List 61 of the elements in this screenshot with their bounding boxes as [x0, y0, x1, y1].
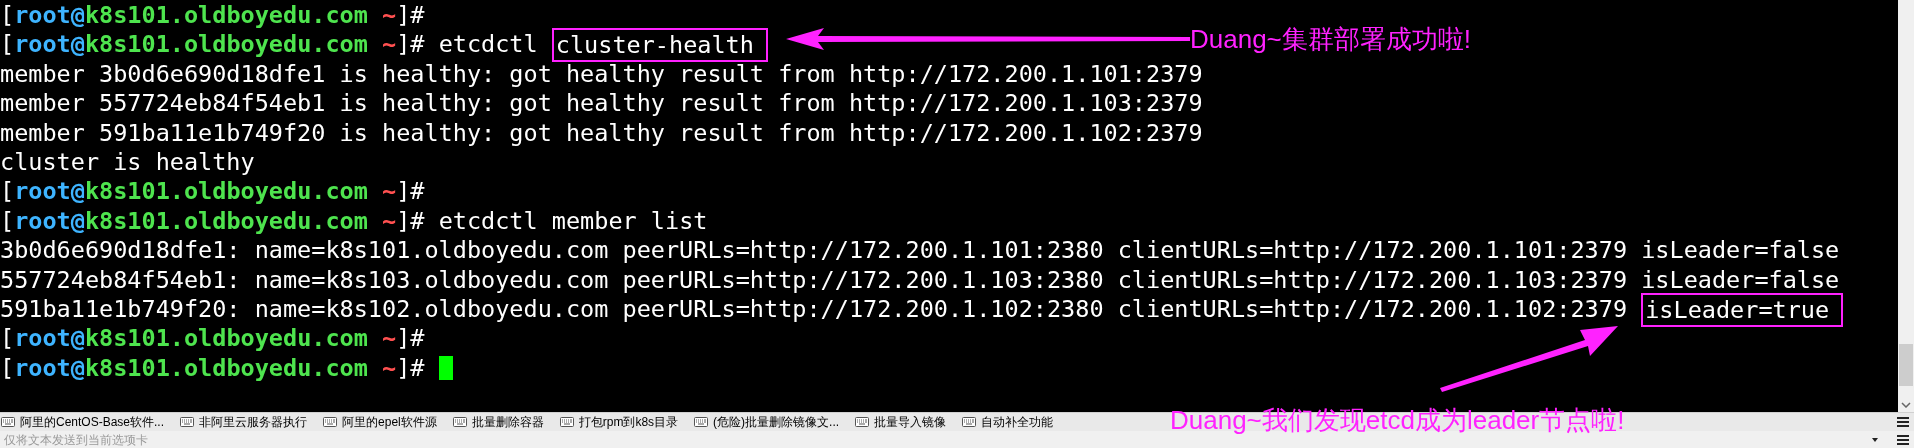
terminal-text: root@	[14, 206, 85, 237]
terminal-text: ]#	[396, 1, 425, 31]
terminal-text: ~	[382, 206, 397, 237]
terminal-text: k8s101.oldboyedu.com	[84, 206, 369, 237]
terminal-text: ]#	[396, 177, 425, 207]
highlighted-text: cluster-health	[551, 28, 768, 63]
highlighted-text: isLeader=true	[1641, 292, 1844, 327]
quick-command-button[interactable]: 打包rpm到k8s目录	[559, 413, 679, 431]
keyboard-icon	[962, 417, 977, 427]
terminal-text: k8s101.oldboyedu.com	[84, 353, 369, 384]
terminal-text: ]# etcdctl	[396, 30, 539, 60]
terminal-text: ~	[382, 324, 397, 354]
quick-command-button[interactable]: 阿里的epel软件源	[323, 413, 437, 431]
terminal-text: k8s101.oldboyedu.com	[84, 177, 369, 207]
keyboard-icon	[855, 417, 870, 427]
terminal-text: ]# etcdctl member list	[396, 206, 708, 237]
terminal-text: ~	[382, 353, 397, 384]
terminal-text: 3b0d6e690d18dfe1: name=k8s101.oldboyedu.com peerURLs=http://172.200.1.101:2380 clientURLs=http://172.200.1.101:2379 isLeader=false	[0, 236, 1840, 266]
keyboard-icon	[1, 417, 15, 427]
terminal-text: root@	[14, 1, 85, 31]
terminal-text: 557724eb84f54eb1: name=k8s103.oldboyedu.com peerURLs=http://172.200.1.103:2380 clientURLs=http://172.200.1.103:2379 isLeader=false	[0, 265, 1840, 295]
quick-command-button[interactable]: 阿里的CentOS-Base软件...	[1, 413, 165, 431]
quick-command-button[interactable]: 批量删除容器	[452, 413, 544, 431]
terminal-text: member 591ba11e1b749f20 is healthy: got healthy result from http://172.200.1.102:2379	[0, 118, 1203, 148]
terminal-text: ~	[382, 1, 397, 31]
terminal-text: k8s101.oldboyedu.com	[84, 30, 369, 60]
terminal-text: root@	[14, 353, 85, 384]
terminal-text: [	[0, 324, 15, 354]
terminal-text: [	[0, 177, 15, 207]
terminal-text: [	[0, 353, 15, 384]
terminal-text: member 557724eb84f54eb1 is healthy: got healthy result from http://172.200.1.103:2379	[0, 89, 1203, 119]
quick-command-button[interactable]: 自动补全功能	[962, 413, 1054, 431]
keyboard-icon	[180, 417, 195, 427]
quick-command-button[interactable]: 批量导入镜像	[855, 413, 947, 431]
terminal-text: ~	[382, 177, 397, 207]
chevron-down-icon[interactable]	[1901, 402, 1911, 408]
terminal-text: 591ba11e1b749f20: name=k8s102.oldboyedu.com peerURLs=http://172.200.1.102:2380 clientURLs=http://172.200.1.102:2379	[0, 294, 1629, 325]
terminal-text: ]#	[396, 353, 426, 384]
scrollbar[interactable]	[1898, 0, 1914, 412]
keyboard-icon	[694, 417, 709, 427]
keyboard-icon	[559, 417, 574, 427]
callout-text: Duang~集群部署成功啦!	[1190, 23, 1472, 56]
terminal-text: root@	[14, 177, 85, 207]
terminal-text: ~	[382, 30, 397, 60]
dropdown-caret-icon[interactable]	[1872, 437, 1878, 442]
keyboard-icon	[323, 417, 338, 427]
menu-icon[interactable]	[1896, 416, 1910, 428]
terminal-text: root@	[14, 30, 85, 60]
terminal-text: [	[0, 206, 15, 237]
terminal-text: k8s101.oldboyedu.com	[84, 324, 369, 354]
quick-command-button[interactable]: 非阿里云服务器执行	[180, 413, 308, 431]
terminal-text: k8s101.oldboyedu.com	[84, 1, 369, 31]
terminal-text: [	[0, 1, 15, 31]
terminal-text: root@	[14, 324, 85, 354]
terminal-text: [	[0, 30, 15, 60]
quick-command-button[interactable]: (危险)批量删除镜像文...	[694, 413, 840, 431]
keyboard-icon	[452, 417, 467, 427]
menu-icon[interactable]	[1896, 433, 1910, 446]
terminal-text: ]#	[396, 324, 425, 354]
terminal-text: cluster is healthy	[0, 147, 255, 178]
scrollbar-thumb[interactable]	[1899, 344, 1913, 386]
